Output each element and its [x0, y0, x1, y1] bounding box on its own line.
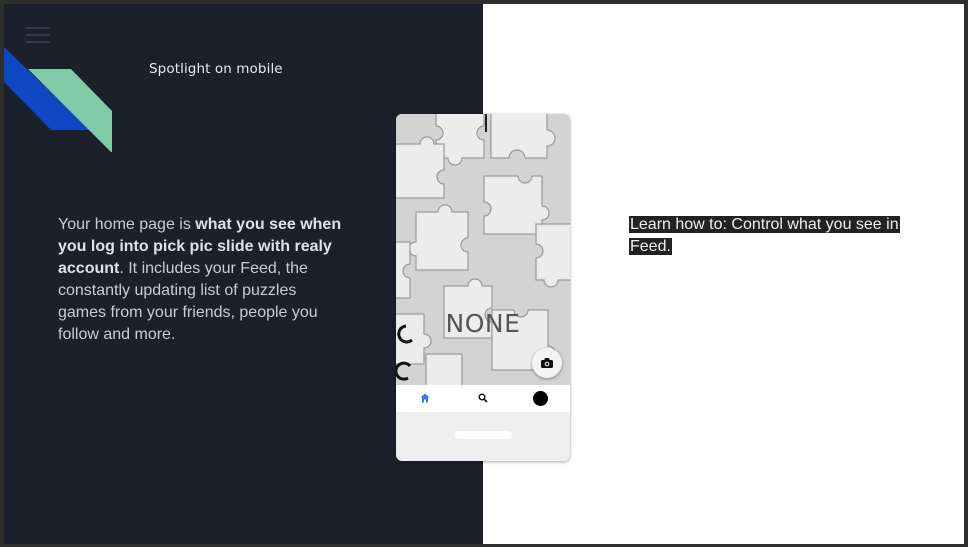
- puzzle-feed-image: NONE: [396, 114, 570, 385]
- learn-how-to-text: Learn how to: Control what you see in Fe…: [629, 214, 909, 258]
- camera-button[interactable]: [532, 348, 562, 378]
- intro-paragraph: Your home page is what you see when you …: [58, 214, 348, 346]
- learn-how-to-label: Learn how to: Control what you see in Fe…: [629, 216, 900, 255]
- home-indicator[interactable]: [455, 431, 512, 439]
- brand-stripes-graphic: [4, 47, 112, 152]
- slide-frame: Spotlight on mobile Your home page is wh…: [4, 4, 964, 544]
- slide-heading: Spotlight on mobile: [149, 61, 283, 77]
- puzzle-pieces-image: [396, 114, 570, 385]
- none-overlay-text: NONE: [445, 309, 521, 338]
- profile-avatar[interactable]: [533, 391, 548, 406]
- camera-icon: [541, 358, 553, 368]
- phone-mockup: NONE: [396, 114, 570, 461]
- intro-lead: Your home page is: [58, 216, 196, 233]
- search-icon[interactable]: [478, 393, 488, 403]
- menu-icon[interactable]: [26, 27, 50, 43]
- home-icon[interactable]: [420, 393, 430, 403]
- bottom-nav-bar: [396, 385, 570, 412]
